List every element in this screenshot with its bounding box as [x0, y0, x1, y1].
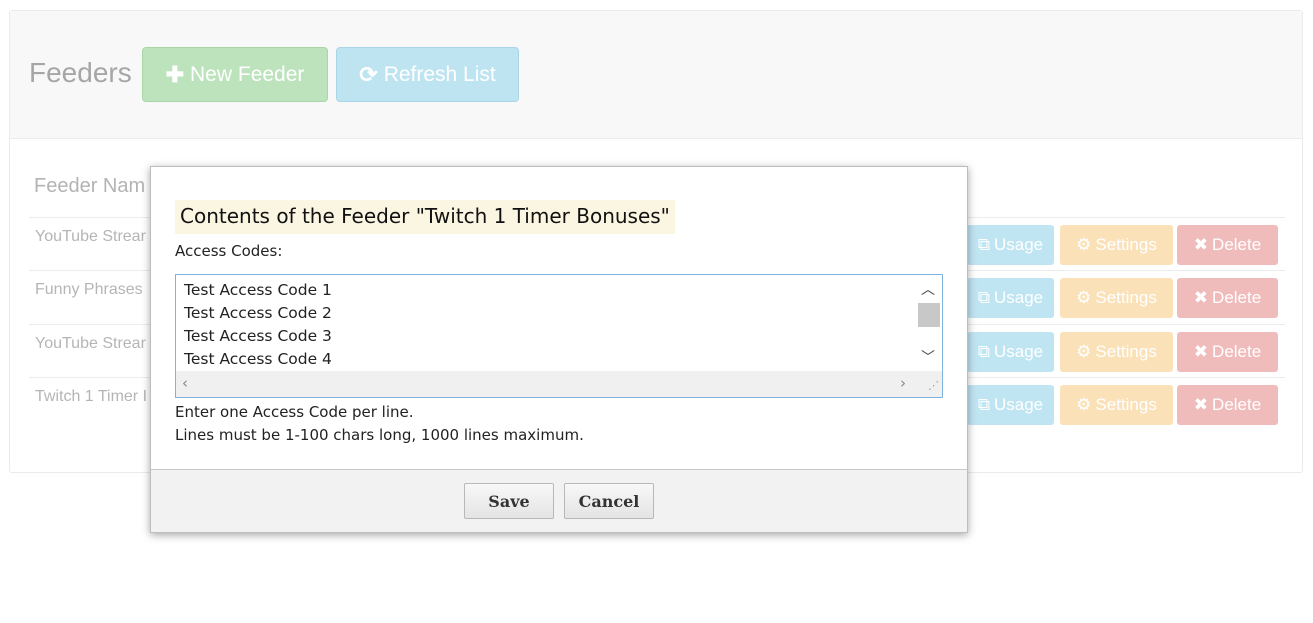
delete-label: Delete: [1212, 235, 1262, 254]
save-button[interactable]: Save: [464, 483, 554, 519]
refresh-icon: ⟳: [359, 61, 378, 87]
refresh-list-label: Refresh List: [383, 62, 496, 86]
access-code-line: Test Access Code 1: [184, 281, 332, 299]
new-feeder-label: New Feeder: [190, 62, 305, 86]
usage-label: Usage: [994, 288, 1044, 307]
panel-header: Feeders ✚ New Feeder ⟳ Refresh List: [10, 11, 1302, 139]
usage-label: Usage: [994, 342, 1044, 361]
access-codes-textarea[interactable]: Test Access Code 1 Test Access Code 2 Te…: [175, 274, 943, 398]
usage-button[interactable]: ⧉ Usage: [967, 385, 1054, 425]
close-icon: ✖: [1193, 342, 1209, 361]
delete-button[interactable]: ✖ Delete: [1177, 332, 1278, 372]
settings-label: Settings: [1095, 288, 1157, 307]
hint-line-limits: Lines must be 1-100 chars long, 1000 lin…: [175, 426, 584, 444]
refresh-list-button[interactable]: ⟳ Refresh List: [336, 47, 519, 102]
delete-label: Delete: [1212, 288, 1262, 307]
external-link-icon: ⧉: [977, 288, 990, 307]
external-link-icon: ⧉: [977, 342, 990, 361]
feeder-name: YouTube Strear: [35, 335, 146, 352]
scrollbar-thumb[interactable]: [918, 303, 940, 327]
settings-label: Settings: [1095, 395, 1157, 414]
external-link-icon: ⧉: [977, 235, 990, 254]
scroll-left-icon[interactable]: ‹: [182, 374, 188, 392]
settings-button[interactable]: ⚙ Settings: [1060, 385, 1173, 425]
vertical-scrollbar[interactable]: ︿ ﹀: [916, 275, 942, 371]
gear-icon: ⚙: [1076, 342, 1092, 361]
access-code-line: Test Access Code 3: [184, 327, 332, 345]
gear-icon: ⚙: [1076, 395, 1092, 414]
settings-button[interactable]: ⚙ Settings: [1060, 225, 1173, 265]
access-code-line: Test Access Code 2: [184, 304, 332, 322]
gear-icon: ⚙: [1076, 288, 1092, 307]
external-link-icon: ⧉: [977, 395, 990, 414]
usage-button[interactable]: ⧉ Usage: [967, 278, 1054, 318]
access-code-line: Test Access Code 4: [184, 350, 332, 368]
dialog-title: Contents of the Feeder "Twitch 1 Timer B…: [175, 200, 675, 234]
resize-handle-icon[interactable]: ⋰: [916, 371, 942, 397]
gear-icon: ⚙: [1076, 235, 1092, 254]
dialog-footer: Save Cancel: [151, 469, 967, 532]
settings-button[interactable]: ⚙ Settings: [1060, 278, 1173, 318]
feeder-name: Twitch 1 Timer I: [35, 388, 148, 405]
settings-button[interactable]: ⚙ Settings: [1060, 332, 1173, 372]
delete-label: Delete: [1212, 342, 1262, 361]
delete-label: Delete: [1212, 395, 1262, 414]
feeder-contents-dialog: Contents of the Feeder "Twitch 1 Timer B…: [150, 166, 968, 533]
feeder-name: YouTube Strear: [35, 228, 146, 245]
usage-button[interactable]: ⧉ Usage: [967, 332, 1054, 372]
access-codes-label: Access Codes:: [175, 242, 283, 260]
scroll-up-icon[interactable]: ︿: [921, 279, 935, 299]
usage-button[interactable]: ⧉ Usage: [967, 225, 1054, 265]
usage-label: Usage: [994, 235, 1044, 254]
delete-button[interactable]: ✖ Delete: [1177, 225, 1278, 265]
scroll-right-icon[interactable]: ›: [900, 374, 906, 392]
horizontal-scrollbar[interactable]: ‹ ›: [176, 371, 916, 397]
close-icon: ✖: [1193, 288, 1209, 307]
usage-label: Usage: [994, 395, 1044, 414]
delete-button[interactable]: ✖ Delete: [1177, 385, 1278, 425]
textarea-content: Test Access Code 1 Test Access Code 2 Te…: [184, 279, 332, 371]
settings-label: Settings: [1095, 342, 1157, 361]
plus-icon: ✚: [165, 61, 185, 87]
column-header-feeder-name: Feeder Nam: [34, 175, 146, 197]
feeder-name: Funny Phrases: [35, 281, 143, 298]
settings-label: Settings: [1095, 235, 1157, 254]
hint-one-per-line: Enter one Access Code per line.: [175, 403, 414, 421]
scroll-down-icon[interactable]: ﹀: [921, 347, 935, 367]
cancel-button[interactable]: Cancel: [564, 483, 654, 519]
close-icon: ✖: [1193, 395, 1209, 414]
page-title: Feeders: [29, 57, 132, 88]
close-icon: ✖: [1193, 235, 1209, 254]
delete-button[interactable]: ✖ Delete: [1177, 278, 1278, 318]
new-feeder-button[interactable]: ✚ New Feeder: [142, 47, 328, 102]
